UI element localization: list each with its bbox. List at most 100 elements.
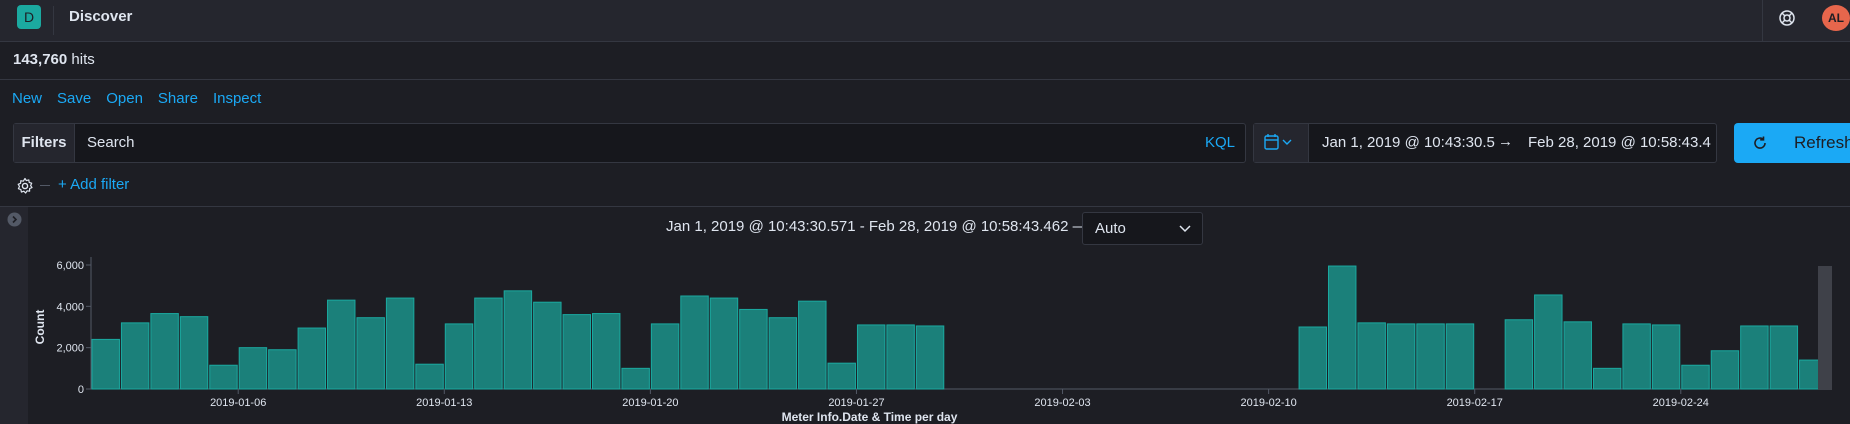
histogram-bar xyxy=(591,313,621,390)
histogram-bar xyxy=(1681,364,1710,390)
x-tick-label: 2019-01-13 xyxy=(416,397,472,409)
histogram-bar xyxy=(1328,265,1357,390)
gear-icon[interactable] xyxy=(16,177,34,195)
x-axis-title: Meter Info.Date & Time per day xyxy=(782,410,958,424)
histogram-bar xyxy=(415,363,444,390)
histogram-bar xyxy=(120,322,150,390)
histogram-bar xyxy=(1416,323,1445,390)
y-tick-label: 0 xyxy=(78,384,84,396)
page-title: Discover xyxy=(69,8,133,25)
histogram-bar xyxy=(650,323,680,390)
histogram-bar xyxy=(150,313,179,390)
y-tick-label: 4,000 xyxy=(56,301,84,313)
histogram-bar xyxy=(91,338,120,390)
histogram-bar xyxy=(1769,325,1799,390)
hits-number: 143,760 xyxy=(13,51,68,68)
help-icon[interactable] xyxy=(1778,9,1796,27)
histogram-bar xyxy=(297,327,327,390)
histogram-bar xyxy=(268,349,297,390)
histogram-bar xyxy=(827,362,856,390)
calendar-icon xyxy=(1264,134,1292,150)
histogram-bar xyxy=(356,317,385,390)
end-date[interactable]: Feb 28, 2019 @ 10:58:43.4 xyxy=(1528,134,1711,151)
x-tick-label: 2019-02-10 xyxy=(1240,397,1296,409)
histogram-bar xyxy=(1592,367,1622,390)
x-tick-label: 2019-02-24 xyxy=(1653,397,1709,409)
arrow-right-icon: → xyxy=(1498,133,1513,150)
filter-divider xyxy=(40,185,50,186)
histogram-bar xyxy=(474,297,503,390)
histogram-bar xyxy=(680,295,709,390)
header-divider xyxy=(1762,0,1763,41)
y-axis-title: Count xyxy=(33,310,47,345)
histogram-bar xyxy=(385,297,415,390)
refresh-icon xyxy=(1754,136,1766,149)
menu-save[interactable]: Save xyxy=(57,90,91,107)
menu-inspect[interactable]: Inspect xyxy=(213,90,261,107)
refresh-label: Refresh xyxy=(1794,133,1850,152)
x-tick-label: 2019-01-06 xyxy=(210,397,266,409)
histogram-bar xyxy=(798,300,827,390)
histogram-bar xyxy=(533,301,562,390)
start-date[interactable]: Jan 1, 2019 @ 10:43:30.5 xyxy=(1322,134,1495,151)
histogram-bar xyxy=(444,323,474,390)
interval-value: Auto xyxy=(1095,220,1126,237)
histogram-bar xyxy=(709,297,739,390)
histogram-bar xyxy=(503,290,533,390)
histogram-bar xyxy=(621,367,650,390)
histogram-bar xyxy=(1651,324,1681,390)
histogram-bar xyxy=(856,324,886,390)
y-tick-label: 2,000 xyxy=(56,343,84,355)
chart-scrollbar[interactable] xyxy=(1818,266,1832,390)
top-header: D Discover AL xyxy=(0,0,1850,42)
x-tick-label: 2019-01-27 xyxy=(828,397,884,409)
histogram-bar xyxy=(1386,323,1416,390)
histogram-bar xyxy=(1740,325,1769,390)
histogram-bar xyxy=(739,308,768,390)
histogram-bar xyxy=(562,314,591,390)
search-input[interactable]: Search xyxy=(87,134,135,151)
histogram-bar xyxy=(1357,322,1386,390)
histogram-bar xyxy=(1445,323,1475,390)
hits-label: hits xyxy=(71,51,95,68)
x-tick-label: 2019-02-17 xyxy=(1447,397,1503,409)
header-divider xyxy=(53,6,54,35)
histogram-bar xyxy=(768,317,798,390)
filters-label: Filters xyxy=(14,124,75,162)
y-tick-label: 6,000 xyxy=(56,260,84,272)
histogram-bar xyxy=(179,316,209,390)
date-quick-menu[interactable] xyxy=(1254,124,1309,162)
divider xyxy=(0,79,1850,80)
histogram-bar xyxy=(1298,326,1328,390)
chevron-right-icon[interactable] xyxy=(7,212,22,227)
histogram-bar xyxy=(1710,350,1740,390)
histogram-bar xyxy=(1534,294,1563,390)
histogram-bar xyxy=(238,347,268,390)
x-tick-label: 2019-02-03 xyxy=(1034,397,1090,409)
histogram-bar xyxy=(886,324,915,390)
histogram-bar xyxy=(915,325,945,390)
histogram-bar xyxy=(1563,321,1592,390)
histogram-bar xyxy=(1504,319,1534,390)
histogram-bar xyxy=(327,299,356,390)
chevron-down-icon xyxy=(1179,225,1191,233)
menu-open[interactable]: Open xyxy=(106,90,143,107)
add-filter-button[interactable]: + Add filter xyxy=(58,176,129,193)
histogram-chart: 0 2,000 4,000 6,000 Count 2019-01-06 2019-01-1… xyxy=(33,257,1828,424)
histogram-bar xyxy=(209,364,238,390)
menu-share[interactable]: Share xyxy=(158,90,198,107)
x-tick-label: 2019-01-20 xyxy=(622,397,678,409)
app-logo[interactable]: D xyxy=(17,5,41,29)
refresh-button[interactable]: Refresh xyxy=(1734,123,1850,163)
user-avatar[interactable]: AL xyxy=(1822,5,1850,31)
top-nav-menu: New Save Open Share Inspect xyxy=(12,90,276,107)
histogram-bar xyxy=(1622,323,1651,390)
menu-new[interactable]: New xyxy=(12,90,42,107)
histogram-time-range: Jan 1, 2019 @ 10:43:30.571 - Feb 28, 201… xyxy=(666,218,1088,235)
hits-count: 143,760 hits xyxy=(13,51,95,68)
divider xyxy=(0,206,1850,207)
query-bar: Filters Search KQL xyxy=(13,123,1246,163)
kql-toggle[interactable]: KQL xyxy=(1205,134,1235,151)
interval-select[interactable]: Auto xyxy=(1082,212,1203,245)
date-picker: Jan 1, 2019 @ 10:43:30.5 → Feb 28, 2019 … xyxy=(1253,123,1717,163)
